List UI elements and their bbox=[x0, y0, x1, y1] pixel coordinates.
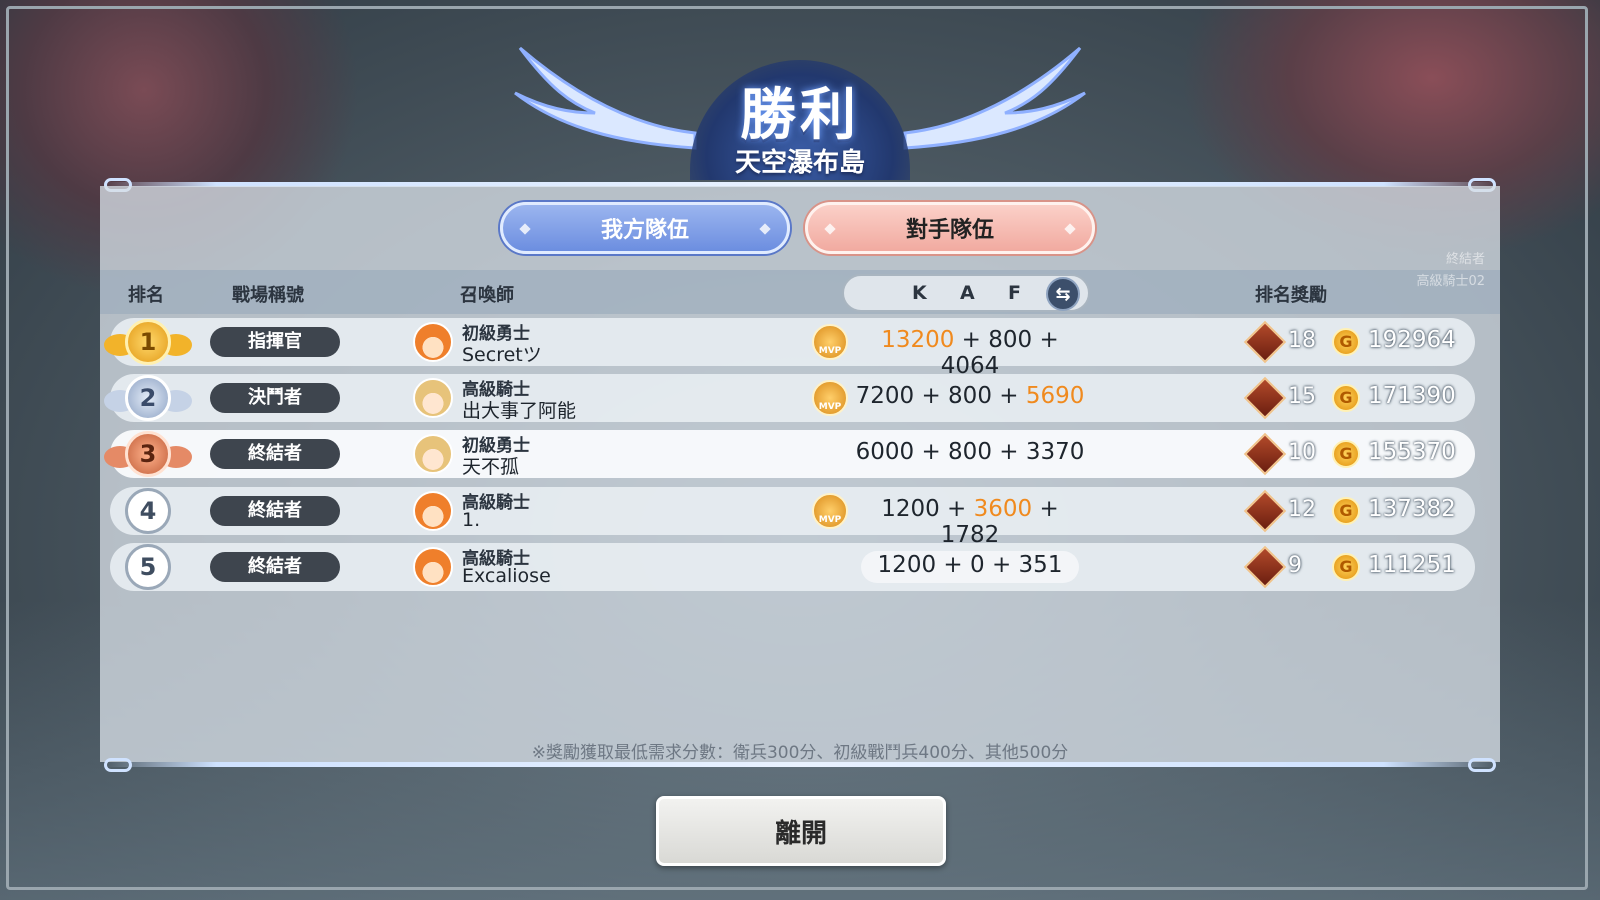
map-name: 天空瀑布島 bbox=[734, 148, 865, 178]
summoner-name: Excaliose bbox=[462, 565, 551, 587]
medal-icon: 1 bbox=[125, 319, 171, 365]
score-value: 800 bbox=[948, 439, 992, 465]
plus-sign: + bbox=[914, 439, 949, 465]
kaf-score: 6000 + 800 + 3370 bbox=[852, 439, 1088, 465]
reward-item-count: 18 bbox=[1288, 328, 1316, 353]
plus-sign: + bbox=[939, 496, 974, 522]
reward-item-count: 12 bbox=[1288, 497, 1316, 522]
tab-my-team[interactable]: 我方隊伍 bbox=[500, 202, 790, 254]
score-value: 0 bbox=[970, 552, 985, 578]
score-value: 3600 bbox=[973, 496, 1033, 522]
kaf-score: 1200 + 3600 + 1782 bbox=[852, 496, 1088, 548]
score-value: 5690 bbox=[1025, 383, 1085, 409]
gold-coin-icon: G bbox=[1332, 497, 1360, 525]
score-value: 3370 bbox=[1025, 439, 1085, 465]
battle-title-badge: 終結者 bbox=[210, 496, 340, 526]
battle-title-badge: 指揮官 bbox=[210, 327, 340, 357]
side-overlay-name: 高級騎士02 bbox=[1416, 274, 1485, 289]
gold-coin-icon: G bbox=[1332, 384, 1360, 412]
medal-icon: 4 bbox=[125, 488, 171, 534]
summoner-avatar-icon[interactable] bbox=[413, 322, 453, 362]
reward-item-count: 9 bbox=[1288, 553, 1302, 578]
tab-opponent-team[interactable]: 對手隊伍 bbox=[805, 202, 1095, 254]
battle-title-badge: 終結者 bbox=[210, 439, 340, 469]
kaf-score: 13200 + 800 + 4064 bbox=[852, 327, 1088, 379]
tab-label: 我方隊伍 bbox=[600, 218, 689, 243]
divider-cap-icon bbox=[1468, 758, 1496, 772]
tab-label: 對手隊伍 bbox=[905, 218, 994, 243]
plus-sign: + bbox=[991, 383, 1026, 409]
score-value: 7200 bbox=[855, 383, 915, 409]
column-k: K bbox=[912, 282, 927, 304]
score-value: 6000 bbox=[855, 439, 915, 465]
column-battle-title: 戰場稱號 bbox=[232, 285, 304, 306]
plus-sign: + bbox=[954, 327, 989, 353]
score-value: 800 bbox=[988, 327, 1033, 353]
result-title: 勝利 bbox=[740, 82, 860, 148]
tab-pip-icon bbox=[1064, 223, 1076, 235]
mvp-badge-icon: MVP bbox=[812, 324, 848, 360]
leave-button[interactable]: 離開 bbox=[656, 796, 946, 866]
plus-sign: + bbox=[984, 552, 1019, 578]
column-f: F bbox=[1008, 282, 1021, 304]
mvp-badge-icon: MVP bbox=[812, 493, 848, 529]
plus-sign: + bbox=[1032, 496, 1059, 522]
tab-pip-icon bbox=[519, 223, 531, 235]
reward-gold-amount: 192964 bbox=[1368, 327, 1456, 353]
score-value: 351 bbox=[1018, 552, 1063, 578]
divider-cap-icon bbox=[104, 758, 132, 772]
column-a: A bbox=[960, 282, 975, 304]
summoner-avatar-icon[interactable] bbox=[413, 378, 453, 418]
tab-pip-icon bbox=[824, 223, 836, 235]
column-rank: 排名 bbox=[128, 285, 164, 306]
plus-sign: + bbox=[1032, 327, 1059, 353]
gold-coin-icon: G bbox=[1332, 328, 1360, 356]
plus-sign: + bbox=[936, 552, 970, 578]
side-overlay-title: 終結者 bbox=[1445, 252, 1485, 267]
mvp-badge-icon: MVP bbox=[812, 380, 848, 416]
reward-gold-amount: 111251 bbox=[1368, 552, 1456, 578]
gold-coin-icon: G bbox=[1332, 440, 1360, 468]
reward-item-count: 10 bbox=[1288, 440, 1316, 465]
score-value: 1200 bbox=[877, 552, 937, 578]
kaf-score: 1200 + 0 + 351 bbox=[852, 552, 1088, 578]
summoner-avatar-icon[interactable] bbox=[413, 547, 453, 587]
reward-requirement-note: ※獎勵獲取最低需求分數：衛兵300分、初級戰鬥兵400分、其他500分 bbox=[531, 743, 1069, 763]
score-value: 13200 bbox=[881, 327, 955, 353]
column-summoner: 召喚師 bbox=[460, 285, 514, 306]
score-value: 1200 bbox=[881, 496, 940, 522]
plus-sign: + bbox=[914, 383, 949, 409]
summoner-name: 出大事了阿能 bbox=[462, 400, 577, 422]
summoner-name: 天不孤 bbox=[462, 456, 520, 478]
score-value: 800 bbox=[948, 383, 992, 409]
summoner-avatar-icon[interactable] bbox=[413, 434, 453, 474]
plus-sign: + bbox=[991, 439, 1026, 465]
summoner-name: 1. bbox=[462, 509, 481, 531]
reward-gold-amount: 155370 bbox=[1368, 439, 1456, 465]
kaf-score: 7200 + 800 + 5690 bbox=[852, 383, 1088, 409]
column-reward: 排名獎勵 bbox=[1255, 285, 1327, 306]
swap-arrows-icon[interactable]: ⇆ bbox=[1046, 277, 1080, 311]
gold-coin-icon: G bbox=[1332, 553, 1360, 581]
reward-gold-amount: 171390 bbox=[1368, 383, 1456, 409]
tab-pip-icon bbox=[759, 223, 771, 235]
battle-title-badge: 終結者 bbox=[210, 552, 340, 582]
reward-gold-amount: 137382 bbox=[1368, 496, 1456, 522]
medal-icon: 3 bbox=[125, 431, 171, 477]
medal-icon: 5 bbox=[125, 544, 171, 590]
summoner-name: Secretツ bbox=[462, 344, 542, 366]
summoner-avatar-icon[interactable] bbox=[413, 491, 453, 531]
battle-title-badge: 決鬥者 bbox=[210, 383, 340, 413]
medal-icon: 2 bbox=[125, 375, 171, 421]
reward-item-count: 15 bbox=[1288, 384, 1316, 409]
